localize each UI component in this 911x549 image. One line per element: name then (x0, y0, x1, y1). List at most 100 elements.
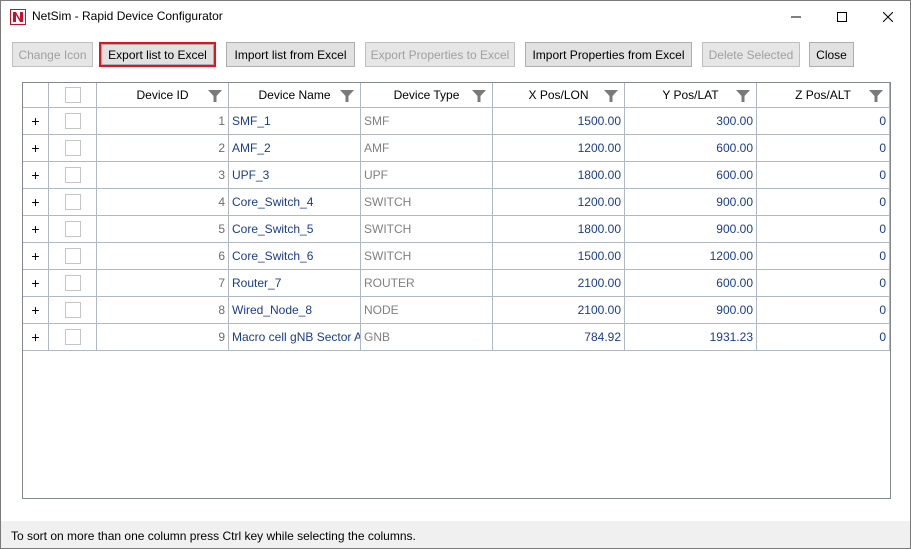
device-id-cell: 9 (97, 324, 229, 351)
x-pos-cell[interactable]: 1800.00 (493, 216, 625, 243)
filter-icon[interactable] (340, 89, 354, 103)
x-pos-cell[interactable]: 1500.00 (493, 243, 625, 270)
z-pos-cell[interactable]: 0 (757, 189, 890, 216)
table-row[interactable]: + 5 Core_Switch_5 SWITCH 1800.00 900.00 … (23, 216, 890, 243)
row-checkbox[interactable] (64, 275, 81, 291)
z-pos-cell[interactable]: 0 (757, 243, 890, 270)
expand-row-button[interactable]: + (23, 270, 49, 297)
device-name-cell[interactable]: AMF_2 (229, 135, 361, 162)
filter-icon[interactable] (472, 89, 486, 103)
row-select-cell[interactable] (49, 270, 97, 297)
export-list-button[interactable]: Export list to Excel (99, 42, 216, 67)
x-pos-cell[interactable]: 1500.00 (493, 108, 625, 135)
header-device-id[interactable]: Device ID (97, 83, 229, 108)
z-pos-cell[interactable]: 0 (757, 324, 890, 351)
expand-row-button[interactable]: + (23, 135, 49, 162)
expand-row-button[interactable]: + (23, 216, 49, 243)
import-list-button[interactable]: Import list from Excel (226, 42, 355, 67)
filter-icon[interactable] (604, 89, 618, 103)
table-row[interactable]: + 3 UPF_3 UPF 1800.00 600.00 0 (23, 162, 890, 189)
row-select-cell[interactable] (49, 108, 97, 135)
header-device-name[interactable]: Device Name (229, 83, 361, 108)
z-pos-cell[interactable]: 0 (757, 297, 890, 324)
x-pos-cell[interactable]: 1200.00 (493, 135, 625, 162)
row-checkbox[interactable] (64, 113, 81, 129)
row-select-cell[interactable] (49, 243, 97, 270)
device-name-cell[interactable]: UPF_3 (229, 162, 361, 189)
header-x-pos[interactable]: X Pos/LON (493, 83, 625, 108)
z-pos-cell[interactable]: 0 (757, 162, 890, 189)
row-select-cell[interactable] (49, 216, 97, 243)
z-pos-cell[interactable]: 0 (757, 135, 890, 162)
row-checkbox[interactable] (64, 248, 81, 264)
expand-row-button[interactable]: + (23, 243, 49, 270)
change-icon-button[interactable]: Change Icon (12, 42, 93, 67)
row-select-cell[interactable] (49, 135, 97, 162)
device-name-cell[interactable]: Core_Switch_5 (229, 216, 361, 243)
export-properties-button[interactable]: Export Properties to Excel (365, 42, 515, 67)
table-row[interactable]: + 8 Wired_Node_8 NODE 2100.00 900.00 0 (23, 297, 890, 324)
y-pos-cell[interactable]: 1931.23 (625, 324, 757, 351)
device-name-cell[interactable]: SMF_1 (229, 108, 361, 135)
device-name-cell[interactable]: Wired_Node_8 (229, 297, 361, 324)
expand-row-button[interactable]: + (23, 162, 49, 189)
row-select-cell[interactable] (49, 189, 97, 216)
y-pos-cell[interactable]: 1200.00 (625, 243, 757, 270)
table-row[interactable]: + 2 AMF_2 AMF 1200.00 600.00 0 (23, 135, 890, 162)
z-pos-cell[interactable]: 0 (757, 270, 890, 297)
device-grid[interactable]: Device ID Device Name Device Type X Pos/… (22, 82, 891, 499)
table-row[interactable]: + 1 SMF_1 SMF 1500.00 300.00 0 (23, 108, 890, 135)
z-pos-cell[interactable]: 0 (757, 108, 890, 135)
row-checkbox[interactable] (64, 329, 81, 345)
row-checkbox[interactable] (64, 221, 81, 237)
maximize-button[interactable] (819, 1, 865, 32)
device-name-cell[interactable]: Router_7 (229, 270, 361, 297)
filter-icon[interactable] (208, 89, 222, 103)
y-pos-cell[interactable]: 900.00 (625, 297, 757, 324)
header-device-type[interactable]: Device Type (361, 83, 493, 108)
y-pos-cell[interactable]: 600.00 (625, 135, 757, 162)
import-properties-button[interactable]: Import Properties from Excel (525, 42, 692, 67)
table-row[interactable]: + 6 Core_Switch_6 SWITCH 1500.00 1200.00… (23, 243, 890, 270)
y-pos-cell[interactable]: 600.00 (625, 270, 757, 297)
row-checkbox[interactable] (64, 194, 81, 210)
filter-icon[interactable] (736, 89, 750, 103)
table-row[interactable]: + 7 Router_7 ROUTER 2100.00 600.00 0 (23, 270, 890, 297)
row-select-cell[interactable] (49, 162, 97, 189)
minimize-button[interactable] (773, 1, 819, 32)
filter-icon[interactable] (869, 89, 883, 103)
row-checkbox[interactable] (64, 167, 81, 183)
close-window-button[interactable] (865, 1, 911, 32)
table-row[interactable]: + 4 Core_Switch_4 SWITCH 1200.00 900.00 … (23, 189, 890, 216)
select-all-checkbox[interactable] (64, 87, 81, 103)
y-pos-cell[interactable]: 900.00 (625, 189, 757, 216)
header-z-pos[interactable]: Z Pos/ALT (757, 83, 890, 108)
expand-row-button[interactable]: + (23, 324, 49, 351)
x-pos-cell[interactable]: 784.92 (493, 324, 625, 351)
delete-selected-button[interactable]: Delete Selected (702, 42, 800, 67)
header-y-pos[interactable]: Y Pos/LAT (625, 83, 757, 108)
expand-row-button[interactable]: + (23, 108, 49, 135)
column-label: Device ID (136, 88, 189, 102)
header-select-all[interactable] (49, 83, 97, 108)
x-pos-cell[interactable]: 1800.00 (493, 162, 625, 189)
device-name-cell[interactable]: Macro cell gNB Sector A (229, 324, 361, 351)
row-select-cell[interactable] (49, 297, 97, 324)
x-pos-cell[interactable]: 2100.00 (493, 297, 625, 324)
y-pos-cell[interactable]: 900.00 (625, 216, 757, 243)
device-name-cell[interactable]: Core_Switch_4 (229, 189, 361, 216)
close-button[interactable]: Close (809, 42, 854, 67)
row-checkbox[interactable] (64, 140, 81, 156)
x-pos-cell[interactable]: 2100.00 (493, 270, 625, 297)
y-pos-cell[interactable]: 600.00 (625, 162, 757, 189)
title-bar[interactable]: NetSim - Rapid Device Configurator (1, 1, 910, 32)
table-row[interactable]: + 9 Macro cell gNB Sector A GNB 784.92 1… (23, 324, 890, 351)
expand-row-button[interactable]: + (23, 297, 49, 324)
z-pos-cell[interactable]: 0 (757, 216, 890, 243)
expand-row-button[interactable]: + (23, 189, 49, 216)
x-pos-cell[interactable]: 1200.00 (493, 189, 625, 216)
device-name-cell[interactable]: Core_Switch_6 (229, 243, 361, 270)
row-checkbox[interactable] (64, 302, 81, 318)
row-select-cell[interactable] (49, 324, 97, 351)
y-pos-cell[interactable]: 300.00 (625, 108, 757, 135)
